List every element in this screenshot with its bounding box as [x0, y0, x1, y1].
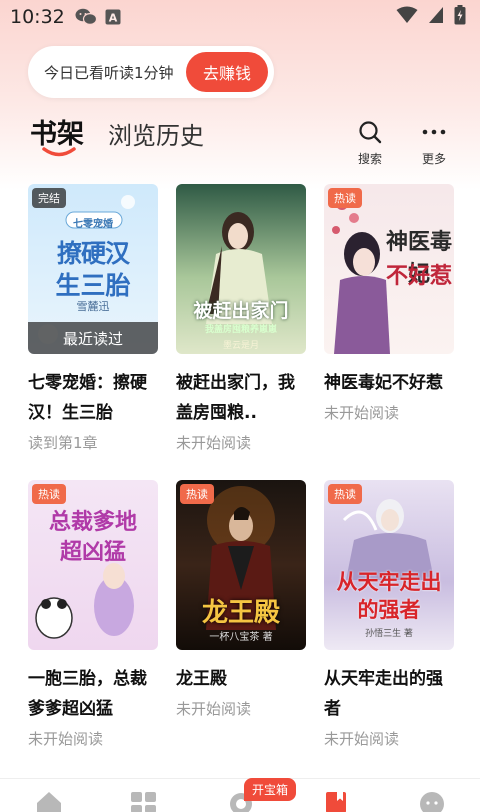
book-progress: 未开始阅读: [28, 730, 104, 748]
cover-title-line: 被赶出家门: [193, 300, 289, 322]
book-card[interactable]: 神医毒妃 不好惹 热读 神医毒妃不好惹 未开始阅读: [324, 184, 454, 423]
recently-read-overlay: 最近读过: [28, 322, 158, 354]
cover-title-line: 的强者: [357, 598, 421, 622]
book-progress: 未开始阅读: [176, 434, 252, 452]
open-treasure-badge[interactable]: 开宝箱: [244, 778, 297, 801]
cover-title-line: 超凶猛: [59, 540, 126, 565]
status-badge: 完结: [32, 188, 66, 208]
book-title[interactable]: 从天牢走出的强者: [324, 664, 454, 724]
book-progress: 读到第1章: [28, 434, 98, 452]
earn-money-button[interactable]: 去赚钱: [186, 52, 268, 92]
tab-browse-history[interactable]: 浏览历史: [108, 116, 204, 151]
book-progress: 未开始阅读: [176, 700, 252, 718]
book-title[interactable]: 七零宠婚：擦硬汉！生三胎: [28, 368, 158, 428]
cover-subtitle: 我盖房囤粮养崽崽: [204, 325, 277, 335]
battery-icon: [454, 5, 466, 29]
home-icon[interactable]: [34, 789, 64, 812]
book-title[interactable]: 被赶出家门，我盖房囤粮..: [176, 368, 306, 428]
book-cover[interactable]: 神医毒妃 不好惹 热读: [324, 184, 454, 354]
hot-badge: 热读: [328, 484, 362, 504]
cover-author: 一杯八宝茶 著: [209, 632, 273, 643]
book-title[interactable]: 龙王殿: [176, 664, 306, 694]
svg-text:A: A: [109, 12, 118, 25]
book-cover[interactable]: 被赶出家门 我盖房囤粮养崽崽 墨云是月: [176, 184, 306, 354]
bottom-nav: [0, 778, 480, 812]
book-card[interactable]: 七零宠婚 撩硬汉 生三胎 雪麓迅 完结 最近读过 七零宠婚：擦硬汉！生三胎 读到…: [28, 184, 158, 453]
hot-badge: 热读: [328, 188, 362, 208]
book-card[interactable]: 龙王殿 一杯八宝茶 著 热读 龙王殿 未开始阅读: [176, 480, 306, 719]
book-progress: 未开始阅读: [324, 730, 400, 748]
tab-active-indicator: [42, 147, 76, 157]
more-label: 更多: [421, 152, 446, 166]
book-progress: 未开始阅读: [324, 404, 400, 422]
cover-subtitle: 七零宠婚: [73, 219, 113, 230]
more-icon: [422, 129, 446, 135]
hot-badge: 热读: [32, 484, 66, 504]
cover-title-line: 总裁爹地: [48, 510, 137, 535]
book-card[interactable]: 总裁爹地 超凶猛 热读 一胞三胎，总裁爹爹超凶猛 未开始阅读: [28, 480, 158, 749]
cover-title-line: 生三胎: [55, 271, 131, 300]
status-time: 10:32: [10, 6, 65, 28]
cover-title-line: 不好惹: [385, 264, 452, 289]
book-card[interactable]: 从天牢走出 的强者 孙悟三生 著 热读 从天牢走出的强者 未开始阅读: [324, 480, 454, 749]
bookshelf-icon[interactable]: [324, 789, 348, 812]
book-title[interactable]: 一胞三胎，总裁爹爹超凶猛: [28, 664, 158, 724]
book-cover[interactable]: 龙王殿 一杯八宝茶 著 热读: [176, 480, 306, 650]
book-cover[interactable]: 从天牢走出 的强者 孙悟三生 著 热读: [324, 480, 454, 650]
reading-time-banner: 今日已看听读1分钟 去赚钱: [28, 46, 274, 98]
more-button[interactable]: 更多: [414, 120, 454, 167]
cover-author: 墨云是月: [222, 341, 259, 351]
book-title[interactable]: 神医毒妃不好惹: [324, 368, 454, 398]
book-card[interactable]: 被赶出家门 我盖房囤粮养崽崽 墨云是月 被赶出家门，我盖房囤粮.. 未开始阅读: [176, 184, 306, 453]
profile-icon[interactable]: [418, 789, 446, 812]
cover-author: 孙悟三生 著: [365, 629, 413, 639]
book-cover[interactable]: 总裁爹地 超凶猛 热读: [28, 480, 158, 650]
search-icon: [359, 121, 382, 144]
a-icon: A: [105, 9, 121, 25]
cover-title-line: 从天牢走出: [336, 570, 442, 594]
wifi-icon: [396, 6, 418, 28]
search-button[interactable]: 搜索: [350, 120, 390, 167]
cover-art: [342, 499, 434, 580]
book-cover[interactable]: 七零宠婚 撩硬汉 生三胎 雪麓迅 完结 最近读过: [28, 184, 158, 354]
status-bar: 10:32 A: [0, 0, 480, 34]
reading-time-text: 今日已看听读1分钟: [44, 63, 174, 82]
category-icon[interactable]: [130, 789, 158, 812]
cover-author: 雪麓迅: [76, 300, 110, 313]
search-label: 搜索: [357, 152, 382, 166]
signal-icon: [428, 6, 444, 28]
wechat-icon: [75, 8, 97, 26]
hot-badge: 热读: [180, 484, 214, 504]
cover-title-line: 撩硬汉: [56, 239, 130, 268]
cover-title-line: 龙王殿: [201, 598, 280, 628]
